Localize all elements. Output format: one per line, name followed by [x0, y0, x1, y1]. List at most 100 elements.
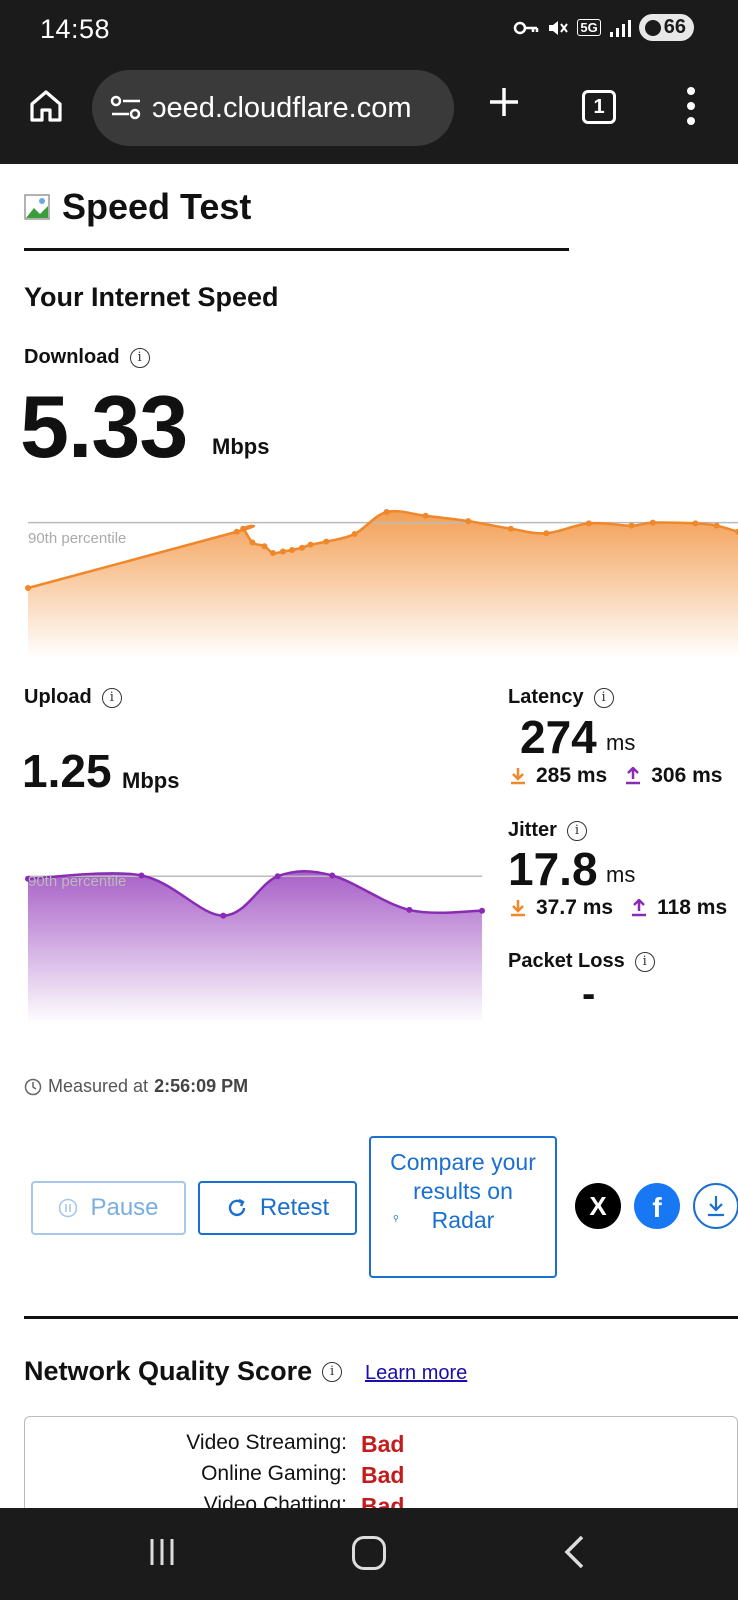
jitter-label: Jitter i — [508, 819, 587, 842]
pause-label: Pause — [90, 1194, 159, 1221]
latency-up-value: 306 ms — [651, 764, 723, 787]
section-title: Your Internet Speed — [24, 282, 279, 312]
upload-point — [329, 872, 336, 879]
download-point — [713, 522, 720, 529]
download-chart: 90th percentile — [25, 509, 738, 658]
share-facebook-button[interactable]: f — [634, 1183, 680, 1229]
upload-point — [274, 873, 281, 880]
battery-icon: 66 — [638, 14, 694, 41]
upload-chart: 90th percentile — [25, 870, 485, 1024]
score-value: Bad — [361, 1462, 405, 1488]
tab-switcher-button[interactable]: 1 — [582, 90, 616, 124]
download-icon — [708, 1196, 724, 1217]
home-icon[interactable] — [28, 88, 64, 124]
download-point — [240, 525, 247, 532]
latency-breakdown: 285 ms 306 ms — [510, 764, 722, 788]
status-icons: 5G 66 — [513, 14, 694, 41]
pause-icon — [59, 1198, 78, 1218]
clock-icon — [24, 1078, 42, 1095]
download-point — [261, 543, 268, 550]
jitter-label-text: Jitter — [508, 819, 557, 841]
packet-loss-value: - — [582, 972, 596, 1016]
download-label: Download i — [24, 346, 150, 369]
download-point — [507, 525, 514, 532]
score-value: Bad — [361, 1493, 405, 1508]
back-icon[interactable] — [562, 1534, 588, 1570]
info-icon[interactable]: i — [322, 1361, 343, 1382]
network-quality-box: Video Streaming: Bad Online Gaming: Bad … — [24, 1416, 738, 1508]
learn-more-link[interactable]: Learn more — [365, 1362, 467, 1385]
score-row-online-gaming: Online Gaming: Bad — [25, 1462, 425, 1489]
packet-loss-label: Packet Loss i — [508, 950, 655, 973]
upload-point — [479, 907, 485, 914]
jitter-value: 17.8 — [508, 843, 598, 895]
info-icon[interactable]: i — [129, 347, 150, 368]
site-settings-icon[interactable] — [110, 94, 142, 122]
download-point — [351, 531, 358, 538]
retest-label: Retest — [259, 1194, 330, 1221]
measured-prefix: Measured at — [48, 1076, 149, 1096]
info-icon[interactable]: i — [101, 687, 122, 708]
browser-toolbar: ɔeed.cloudflare.com 1 — [0, 58, 738, 164]
download-point — [25, 585, 31, 591]
info-icon[interactable]: i — [634, 951, 655, 972]
download-arrow-icon — [511, 768, 525, 785]
download-arrow-icon — [511, 900, 525, 917]
divider — [24, 248, 569, 251]
download-results-button[interactable] — [693, 1183, 738, 1229]
score-row-video-chatting: Video Chatting: Bad — [25, 1493, 425, 1508]
latency-unit: ms — [606, 730, 636, 755]
upload-point — [138, 872, 145, 879]
mute-icon — [549, 20, 569, 35]
upload-label-text: Upload — [24, 686, 92, 708]
download-point — [299, 544, 306, 551]
status-time: 14:58 — [40, 14, 111, 44]
jitter-breakdown: 37.7 ms 118 ms — [510, 896, 727, 920]
compare-radar-button[interactable]: ⚲ Compare your results on Radar — [369, 1136, 557, 1278]
score-label: Online Gaming: — [201, 1462, 347, 1485]
upload-unit: Mbps — [122, 768, 180, 793]
compare-label: Compare your results on Radar — [390, 1149, 536, 1233]
latency-down-value: 285 ms — [536, 764, 608, 787]
download-point — [465, 518, 472, 525]
5g-icon: 5G — [577, 19, 601, 36]
address-bar[interactable]: ɔeed.cloudflare.com — [92, 70, 454, 146]
download-point — [233, 528, 240, 535]
menu-icon[interactable] — [686, 86, 696, 126]
plus-icon[interactable] — [486, 84, 522, 120]
divider — [24, 1316, 738, 1319]
info-icon[interactable]: i — [593, 687, 614, 708]
download-percentile-label: 90th percentile — [28, 530, 126, 547]
download-point — [649, 519, 656, 526]
download-point — [289, 547, 296, 553]
url-text[interactable]: ɔeed.cloudflare.com — [152, 92, 442, 125]
system-nav-bar — [0, 1508, 738, 1600]
home-nav-icon[interactable] — [352, 1536, 386, 1570]
score-value: Bad — [361, 1431, 405, 1457]
download-point — [628, 522, 635, 529]
recents-icon[interactable] — [146, 1536, 178, 1568]
latency-label: Latency i — [508, 686, 614, 709]
info-icon[interactable]: i — [566, 820, 587, 841]
download-point — [269, 550, 276, 557]
score-label: Video Chatting: — [203, 1493, 347, 1508]
network-quality-title: Network Quality Score i — [24, 1356, 343, 1387]
score-row-video-streaming: Video Streaming: Bad — [25, 1431, 425, 1458]
download-point — [543, 530, 550, 537]
packet-loss-label-text: Packet Loss — [508, 950, 625, 972]
download-value: 5.33 — [20, 377, 188, 476]
download-point — [279, 548, 286, 555]
share-x-button[interactable]: X — [575, 1183, 621, 1229]
retest-button[interactable]: Retest — [198, 1181, 357, 1235]
measured-time: 2:56:09 PM — [154, 1076, 249, 1096]
measured-at: Measured at 2:56:09 PM — [24, 1076, 248, 1097]
download-point — [307, 541, 314, 548]
download-point — [323, 538, 330, 545]
upload-arrow-icon — [632, 899, 647, 917]
pause-button[interactable]: Pause — [31, 1181, 186, 1235]
signal-icon — [609, 19, 631, 37]
broken-image-icon — [24, 194, 50, 220]
jitter-down-value: 37.7 ms — [536, 896, 614, 919]
web-page: Speed Test Your Internet Speed Download … — [0, 164, 738, 1508]
upload-point — [406, 906, 413, 913]
